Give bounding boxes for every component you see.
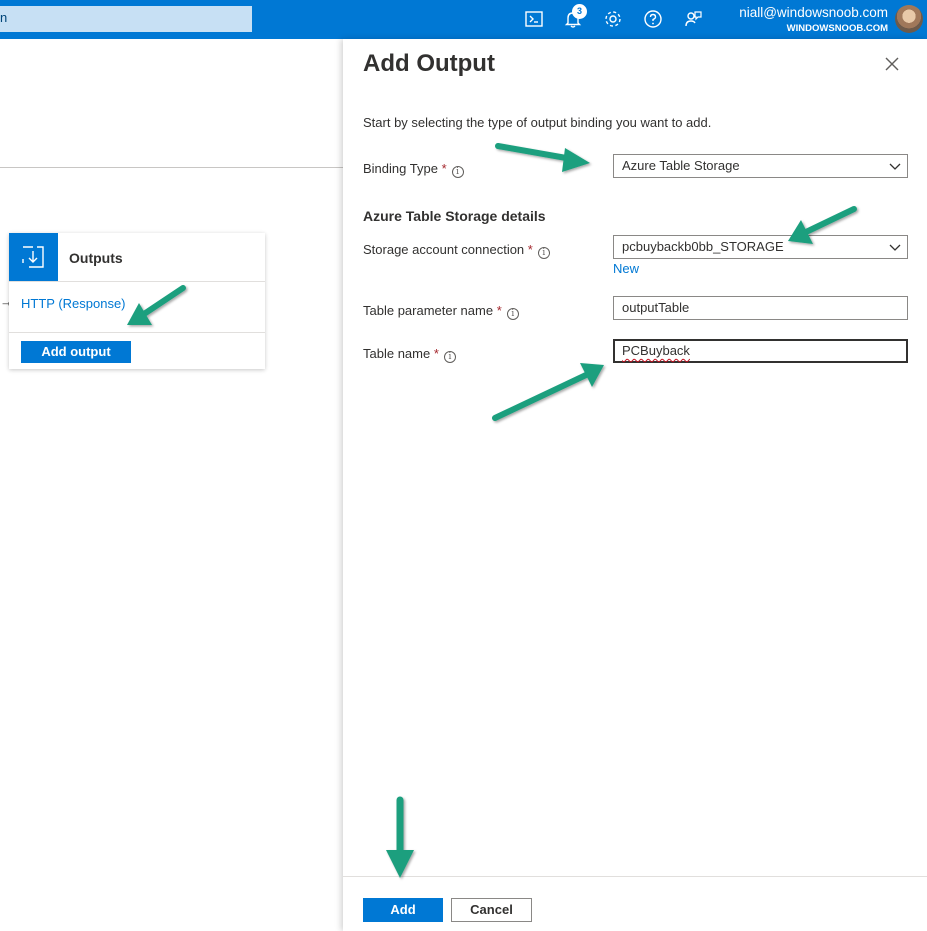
storage-connection-value: pcbuybackb0bb_STORAGE [622, 239, 784, 254]
search-input[interactable]: n [0, 6, 252, 32]
outputs-title: Outputs [69, 250, 123, 266]
table-parameter-label-text: Table parameter name [363, 303, 494, 318]
binding-type-dropdown[interactable]: Azure Table Storage [613, 154, 908, 178]
chevron-down-icon [889, 244, 901, 251]
storage-connection-label: Storage account connection * i [363, 242, 550, 259]
required-marker: * [527, 242, 533, 257]
required-marker: * [433, 346, 439, 361]
binding-type-label: Binding Type * i [363, 161, 464, 178]
output-icon [9, 233, 58, 281]
close-icon[interactable] [883, 55, 901, 73]
storage-connection-dropdown[interactable]: pcbuybackb0bb_STORAGE [613, 235, 908, 259]
table-name-label-text: Table name [363, 346, 431, 361]
footer-divider [343, 876, 927, 877]
info-icon[interactable]: i [451, 166, 464, 178]
add-output-panel: Add Output Start by selecting the type o… [343, 39, 927, 931]
outputs-card: Outputs HTTP (Response) Add output [9, 233, 265, 369]
intro-text: Start by selecting the type of output bi… [363, 115, 712, 130]
notification-badge: 3 [572, 4, 587, 19]
divider [9, 332, 265, 333]
info-icon[interactable]: i [443, 351, 456, 363]
table-parameter-input[interactable]: outputTable [613, 296, 908, 320]
divider [9, 281, 265, 282]
info-icon[interactable]: i [506, 308, 519, 320]
avatar[interactable] [895, 5, 923, 33]
chevron-down-icon [889, 163, 901, 170]
user-tenant[interactable]: WINDOWSNOOB.COM [787, 23, 888, 34]
table-name-value: PCBuyback [622, 343, 690, 358]
divider [0, 167, 343, 168]
top-bar: n 3 niall@windowsnoob.com WINDOWSNOOB.CO… [0, 0, 927, 39]
user-email[interactable]: niall@windowsnoob.com [739, 5, 888, 20]
cloud-shell-icon[interactable] [523, 8, 545, 30]
storage-connection-label-text: Storage account connection [363, 242, 525, 257]
required-marker: * [496, 303, 502, 318]
table-name-label: Table name * i [363, 346, 456, 363]
binding-type-label-text: Binding Type [363, 161, 438, 176]
binding-type-value: Azure Table Storage [622, 158, 740, 173]
http-response-link[interactable]: HTTP (Response) [21, 296, 126, 311]
add-button[interactable]: Add [363, 898, 443, 922]
cancel-button[interactable]: Cancel [451, 898, 532, 922]
feedback-icon[interactable] [682, 8, 704, 30]
help-icon[interactable] [642, 8, 664, 30]
table-parameter-label: Table parameter name * i [363, 303, 519, 320]
table-name-input[interactable]: PCBuyback [613, 339, 908, 363]
details-heading: Azure Table Storage details [363, 208, 546, 224]
required-marker: * [441, 161, 447, 176]
new-connection-link[interactable]: New [613, 261, 639, 276]
add-output-button[interactable]: Add output [21, 341, 131, 363]
info-icon[interactable]: i [537, 247, 550, 259]
gear-icon[interactable] [602, 8, 624, 30]
panel-title: Add Output [363, 50, 495, 77]
table-parameter-value: outputTable [622, 300, 690, 315]
search-text: n [0, 10, 8, 25]
